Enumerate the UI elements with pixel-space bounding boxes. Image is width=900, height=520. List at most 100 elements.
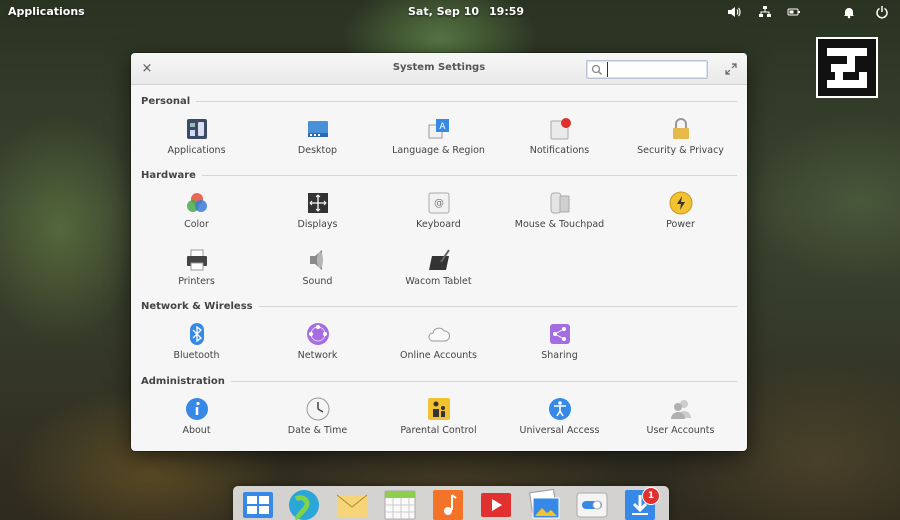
cloud-icon [427,322,451,346]
setting-sound[interactable]: Sound [257,248,378,296]
bluetooth-icon [185,322,209,346]
info-icon [185,397,209,421]
divider [258,305,737,307]
setting-label: Parental Control [400,425,477,436]
network-tray-icon[interactable] [755,3,775,21]
keyboard-icon: @ [427,191,451,215]
setting-label: Sound [302,276,333,287]
setting-applications[interactable]: Applications [136,117,257,165]
search-input[interactable] [607,62,703,77]
divider [201,174,737,176]
dock [233,486,669,520]
setting-label: Desktop [297,145,338,156]
browser-icon[interactable] [288,489,320,520]
applications-menu[interactable]: Applications [8,5,85,18]
setting-bluetooth[interactable]: Bluetooth [136,322,257,370]
setting-displays[interactable]: Displays [257,191,378,239]
setting-sharing[interactable]: Sharing [499,322,620,370]
section-title: Personal [141,95,191,107]
setting-parental-control[interactable]: Parental Control [378,397,499,445]
section-personal: Personal [141,94,737,108]
setting-network[interactable]: Network [257,322,378,370]
desktop-icon [306,117,330,141]
mail-icon[interactable] [336,489,368,520]
network-icon [306,322,330,346]
setting-language-region[interactable]: A Language & Region [378,117,499,165]
setting-date-time[interactable]: Date & Time [257,397,378,445]
videos-icon[interactable] [480,489,512,520]
settings-switch-icon[interactable] [576,489,608,520]
setting-user-accounts[interactable]: User Accounts [620,397,741,445]
section-title: Network & Wireless [141,300,253,312]
tablet-icon [427,248,451,272]
section-network-wireless: Network & Wireless [141,299,737,313]
setting-keyboard[interactable]: @ Keyboard [378,191,499,239]
setting-label: Wacom Tablet [405,276,472,287]
setting-notifications[interactable]: Notifications [499,117,620,165]
svg-text:@: @ [434,198,444,209]
setting-label: Power [666,219,695,230]
setting-label: Keyboard [416,219,461,230]
setting-label: Date & Time [287,425,348,436]
setting-mouse-touchpad[interactable]: Mouse & Touchpad [499,191,620,239]
setting-label: About [182,425,211,436]
setting-label: Universal Access [519,425,600,436]
panel-clock[interactable]: Sat, Sep 10 19:59 [408,5,524,18]
section-hardware: Hardware [141,168,737,182]
color-icon [185,191,209,215]
printer-icon [185,248,209,272]
appcenter-badge: 1 [642,487,660,505]
speaker-icon [306,248,330,272]
maximize-icon[interactable] [725,63,737,75]
setting-label: Bluetooth [173,350,220,361]
divider [230,380,737,382]
divider [196,100,737,102]
notifications-bell-icon[interactable] [839,3,859,21]
setting-label: User Accounts [646,425,715,436]
notifications-icon [548,117,572,141]
setting-label: Displays [297,219,338,230]
setting-label: Online Accounts [400,350,477,361]
section-administration: Administration [141,374,737,388]
setting-universal-access[interactable]: Universal Access [499,397,620,445]
setting-label: Sharing [541,350,578,361]
system-settings-window: × System Settings Personal Applications … [131,53,747,451]
overlay-logo [816,37,878,98]
power-menu-icon[interactable] [872,3,892,21]
setting-security-privacy[interactable]: Security & Privacy [620,117,741,165]
volume-icon[interactable] [724,3,744,21]
setting-label: Notifications [529,145,590,156]
music-icon[interactable] [432,489,464,520]
svg-text:A: A [439,122,446,132]
setting-desktop[interactable]: Desktop [257,117,378,165]
lock-icon [669,117,693,141]
battery-icon[interactable] [784,3,804,21]
setting-label: Language & Region [392,145,485,156]
calendar-icon[interactable] [384,489,416,520]
setting-label: Mouse & Touchpad [514,219,605,230]
setting-label: Color [184,219,209,230]
photos-icon[interactable] [528,488,560,520]
panel-time: 19:59 [489,5,525,18]
setting-wacom-tablet[interactable]: Wacom Tablet [378,248,499,296]
power-icon [669,191,693,215]
panel-date: Sat, Sep 10 [408,5,480,18]
displays-icon [306,191,330,215]
setting-about[interactable]: About [136,397,257,445]
setting-printers[interactable]: Printers [136,248,257,296]
section-title: Hardware [141,169,196,181]
titlebar: × System Settings [131,53,747,85]
multitasking-view-icon[interactable] [242,489,274,520]
parental-icon [427,397,451,421]
search-field[interactable] [586,60,708,79]
setting-online-accounts[interactable]: Online Accounts [378,322,499,370]
top-panel: Applications Sat, Sep 10 19:59 [0,0,900,24]
setting-power[interactable]: Power [620,191,741,239]
setting-label: Network [297,350,338,361]
share-icon [548,322,572,346]
setting-color[interactable]: Color [136,191,257,239]
clock-icon [306,397,330,421]
users-icon [669,397,693,421]
language-icon: A [427,117,451,141]
setting-label: Printers [178,276,215,287]
